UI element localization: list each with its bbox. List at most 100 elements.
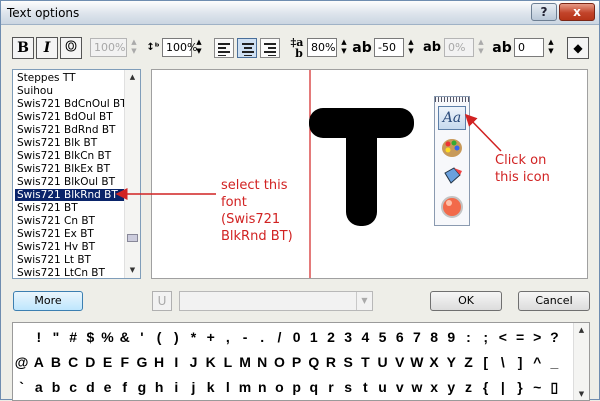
char-cell[interactable]: 3 [340,325,357,349]
char-cell[interactable]: t [357,375,374,399]
ok-button[interactable]: OK [430,291,502,311]
font-list-item[interactable]: Swis721 BlkOul BT [15,176,125,188]
size-spinner[interactable]: ▲ ▼ [128,38,140,57]
char-cell[interactable]: f [116,375,133,399]
char-cell[interactable]: ( [151,325,168,349]
char-cell[interactable]: } [511,375,528,399]
char-cell[interactable]: ) [168,325,185,349]
char-cell[interactable]: i [168,375,185,399]
char-cell[interactable]: E [99,350,116,374]
slant-field[interactable]: 0% [444,38,474,57]
font-list[interactable]: Steppes TT Suihou Swis721 BdCnOul BT Swi… [12,69,141,279]
char-cell[interactable]: * [185,325,202,349]
char-cell[interactable]: S [340,350,357,374]
material-ball-button[interactable] [440,195,464,219]
char-cell[interactable]: $ [82,325,99,349]
align-left-button[interactable] [214,38,234,58]
char-cell[interactable]: @ [13,350,30,374]
line-height-spinner[interactable]: ▲ ▼ [338,38,350,57]
bold-button[interactable]: B [12,37,34,59]
char-cell[interactable]: ? [546,325,563,349]
char-cell[interactable]: m [236,375,253,399]
char-cell[interactable]: 6 [391,325,408,349]
char-cell[interactable]: k [202,375,219,399]
char-cell[interactable]: s [340,375,357,399]
font-list-item[interactable]: Swis721 Blk BT [15,137,125,149]
char-cell[interactable]: o [271,375,288,399]
char-cell[interactable]: V [391,350,408,374]
char-cell[interactable]: j [185,375,202,399]
font-list-item[interactable]: Swis721 BdRnd BT [15,124,125,136]
rotate-field[interactable]: 0 [514,38,544,57]
char-cell[interactable]: - [236,325,253,349]
char-cell[interactable]: " [47,325,64,349]
char-cell[interactable]: 8 [426,325,443,349]
char-cell[interactable]: H [151,350,168,374]
char-cell[interactable]: = [511,325,528,349]
font-list-item[interactable]: Swis721 BdOul BT [15,111,125,123]
char-cell[interactable]: ! [30,325,47,349]
char-cell[interactable]: Y [443,350,460,374]
font-list-item[interactable]: Swis721 BlkCn BT [15,150,125,162]
char-cell[interactable]: X [426,350,443,374]
char-cell[interactable]: > [529,325,546,349]
size-field[interactable]: 100% [90,38,127,57]
char-cell[interactable]: \ [494,350,511,374]
char-cell[interactable]: a [30,375,47,399]
char-cell[interactable]: b [47,375,64,399]
font-list-item[interactable]: Swis721 Ex BT [15,228,125,240]
char-cell[interactable]: < [494,325,511,349]
char-cell[interactable]: w [408,375,425,399]
char-cell[interactable]: R [322,350,339,374]
char-cell[interactable]: ; [477,325,494,349]
char-cell[interactable]: N [254,350,271,374]
text-style-button[interactable]: Aa [438,106,466,130]
help-button[interactable]: ? [531,3,557,21]
char-cell[interactable]: 4 [357,325,374,349]
char-cell[interactable]: F [116,350,133,374]
rotate-spinner[interactable]: ▲ ▼ [545,38,557,57]
char-cell[interactable]: / [271,325,288,349]
char-cell[interactable]: U [374,350,391,374]
char-cell[interactable]: T [357,350,374,374]
char-cell[interactable]: I [168,350,185,374]
line-height-field[interactable]: 80% [307,38,337,57]
chevron-down-icon[interactable]: ▼ [356,292,372,310]
width-spinner[interactable]: ▲ ▼ [193,38,205,57]
char-cell[interactable]: ' [133,325,150,349]
char-cell[interactable]: ] [511,350,528,374]
underline-button[interactable]: U [152,291,172,311]
char-cell[interactable]: + [202,325,219,349]
char-cell[interactable]: C [65,350,82,374]
char-cell[interactable] [13,325,30,349]
char-cell[interactable]: 7 [408,325,425,349]
scroll-down-icon[interactable]: ▼ [575,388,588,400]
close-button[interactable]: x [559,3,595,21]
char-cell[interactable]: z [460,375,477,399]
char-cell[interactable]: g [133,375,150,399]
font-list-item[interactable]: Swis721 BlkEx BT [15,163,125,175]
font-list-item[interactable]: Swis721 BdCnOul BT [15,98,127,110]
char-cell[interactable]: L [219,350,236,374]
char-cell[interactable]: ^ [529,350,546,374]
italic-button[interactable]: I [36,37,58,59]
cancel-button[interactable]: Cancel [518,291,590,311]
char-cell[interactable]: 0 [288,325,305,349]
char-cell[interactable]: ` [13,375,30,399]
char-cell[interactable]: M [236,350,253,374]
char-cell[interactable]: A [30,350,47,374]
style-combo[interactable]: ▼ [179,291,373,311]
char-cell[interactable]: % [99,325,116,349]
char-cell[interactable]: p [288,375,305,399]
font-list-item[interactable]: Swis721 BT [15,202,125,214]
font-list-item[interactable]: Swis721 Lt BT [15,254,125,266]
char-cell[interactable]: , [219,325,236,349]
char-spacing-field[interactable]: -50 [374,38,404,57]
scroll-up-icon[interactable]: ▲ [575,324,588,337]
font-list-item[interactable]: Swis721 Hv BT [15,241,125,253]
char-cell[interactable]: : [460,325,477,349]
char-cell[interactable]: l [219,375,236,399]
char-cell[interactable]: d [82,375,99,399]
align-center-button[interactable] [237,38,257,58]
char-cell[interactable]: | [494,375,511,399]
